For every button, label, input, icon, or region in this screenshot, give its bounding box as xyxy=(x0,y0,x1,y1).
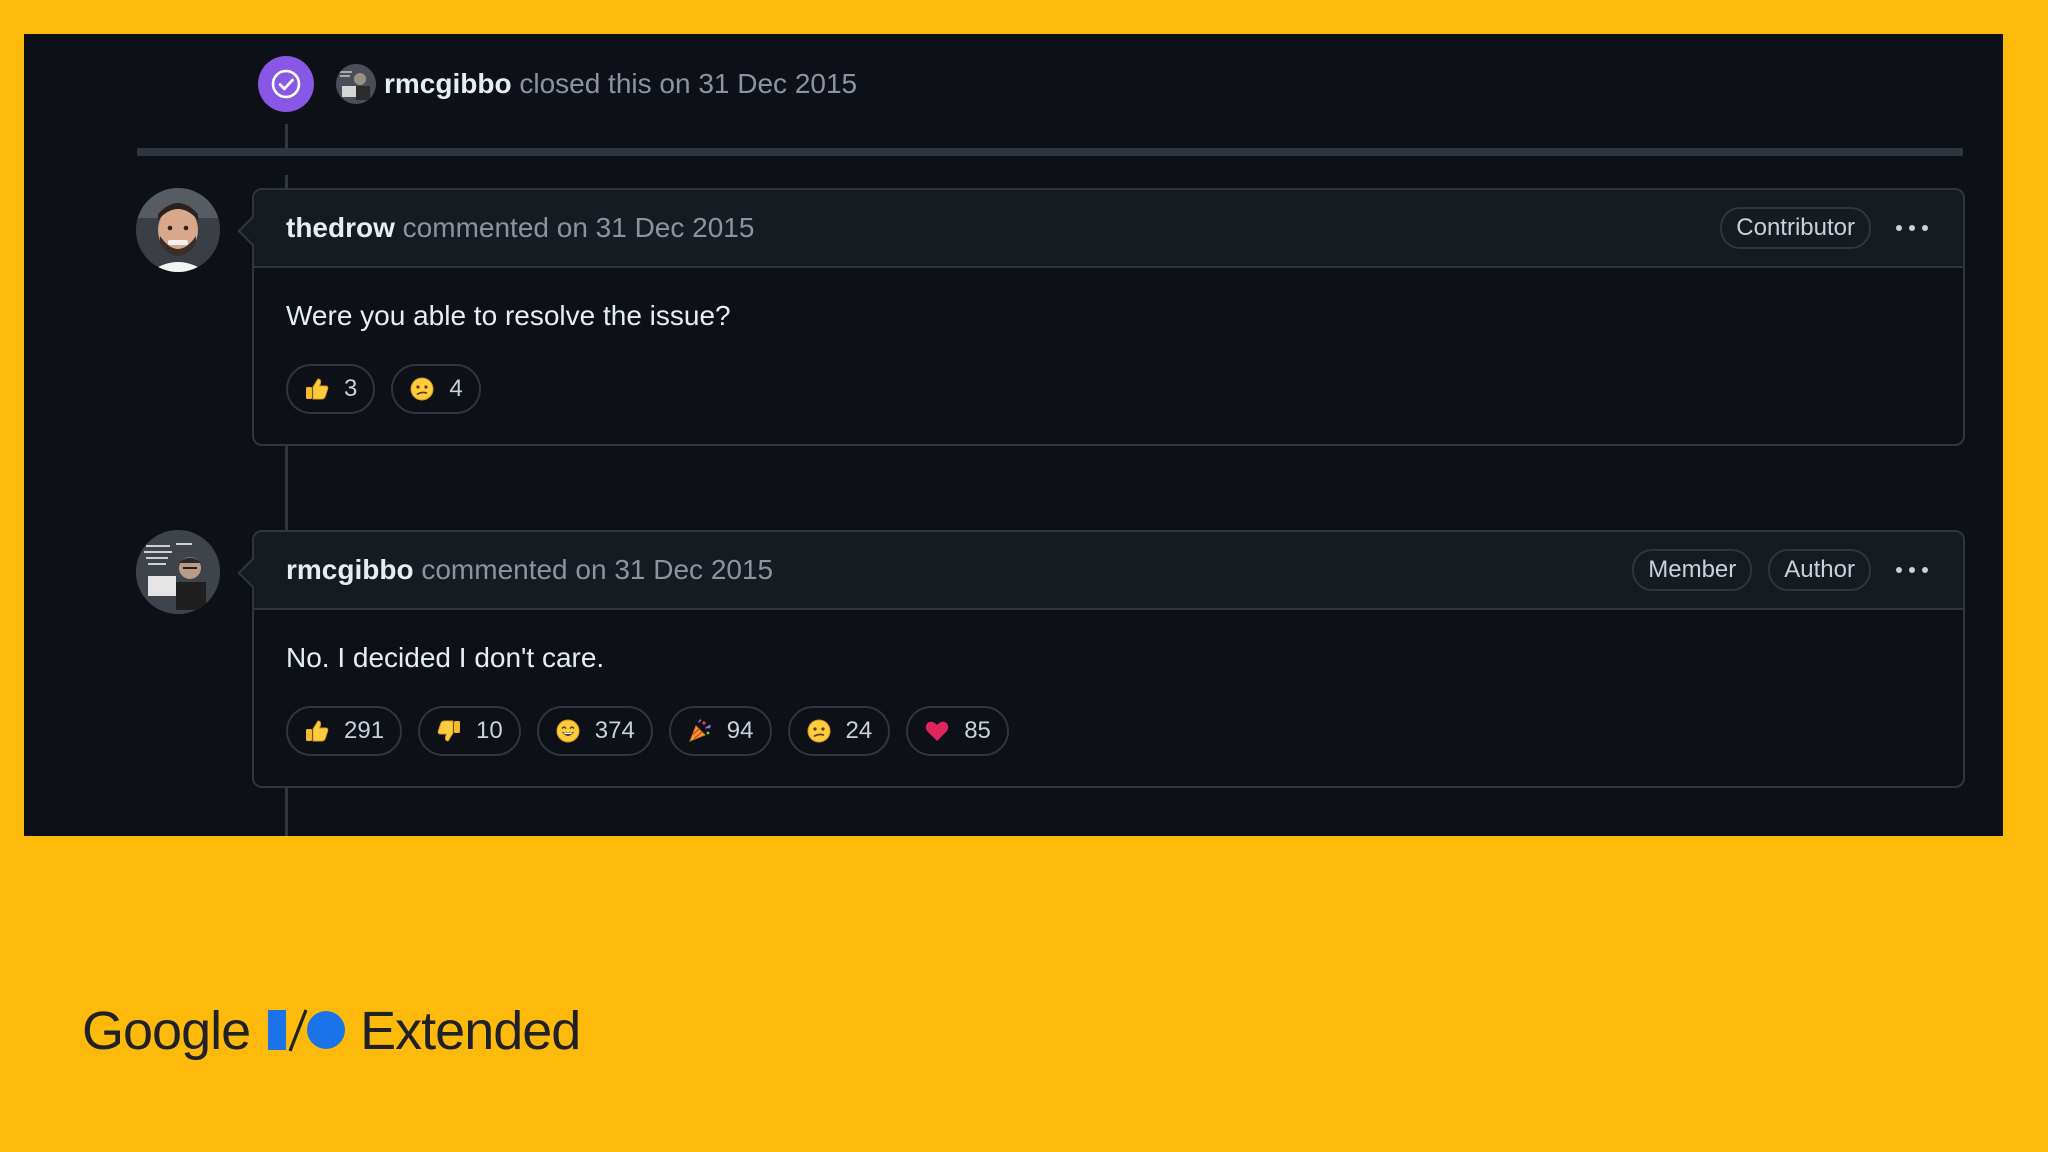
thumbs-up-icon xyxy=(304,718,330,744)
reaction-thumbs-down[interactable]: 10 xyxy=(418,706,521,756)
thumbs-up-icon xyxy=(304,376,330,402)
reaction-count: 3 xyxy=(344,375,358,402)
reaction-count: 374 xyxy=(594,717,635,744)
reaction-confused[interactable]: 4 xyxy=(391,364,481,414)
laugh-icon xyxy=(555,718,581,744)
comment-text: No. I decided I don't care. xyxy=(286,642,605,673)
comment-header-text: rmcgibbo commented on 31 Dec 2015 xyxy=(286,554,1616,586)
reaction-count: 4 xyxy=(449,375,463,402)
member-badge: Member xyxy=(1632,549,1753,591)
more-options-icon[interactable] xyxy=(1893,555,1931,585)
confused-face-icon xyxy=(806,718,832,744)
reactions-bar: 291 10 374 94 24 85 xyxy=(286,706,1931,756)
reaction-count: 10 xyxy=(476,717,503,744)
reaction-count: 94 xyxy=(726,717,754,744)
more-options-icon[interactable] xyxy=(1893,213,1931,243)
comment-header: thedrow commented on 31 Dec 2015 Contrib… xyxy=(254,190,1963,268)
confused-face-icon xyxy=(409,376,435,402)
comment-rmcgibbo: rmcgibbo commented on 31 Dec 2015 Member… xyxy=(252,530,1965,788)
reaction-count: 85 xyxy=(964,717,991,744)
reaction-thumbs-up[interactable]: 3 xyxy=(286,364,376,414)
github-timeline-panel: rmcgibbo closed this on 31 Dec 2015 thed… xyxy=(24,34,2003,836)
comment-timestamp[interactable]: commented on 31 Dec 2015 xyxy=(421,554,773,585)
closed-event: rmcgibbo closed this on 31 Dec 2015 xyxy=(258,56,857,112)
event-author-link[interactable]: rmcgibbo xyxy=(384,68,512,99)
thumbs-down-icon xyxy=(436,718,462,744)
reaction-laugh[interactable]: 374 xyxy=(536,706,653,756)
comment-author-link[interactable]: thedrow xyxy=(286,212,395,243)
timeline-separator xyxy=(137,148,1963,156)
reaction-confused[interactable]: 24 xyxy=(787,706,891,756)
contributor-badge: Contributor xyxy=(1720,207,1871,249)
reaction-thumbs-up[interactable]: 291 xyxy=(286,706,403,756)
io-logo-icon xyxy=(268,1009,346,1052)
closed-event-text: rmcgibbo closed this on 31 Dec 2015 xyxy=(384,68,857,100)
check-circle-icon xyxy=(258,56,314,112)
event-description: closed this on 31 Dec 2015 xyxy=(519,68,858,99)
comment-body: Were you able to resolve the issue? 3 4 xyxy=(254,268,1963,444)
reactions-bar: 3 4 xyxy=(286,364,1931,414)
logo-google-text: Google xyxy=(82,1001,251,1061)
avatar[interactable] xyxy=(136,188,220,272)
comment-author-link[interactable]: rmcgibbo xyxy=(286,554,414,585)
comment-header: rmcgibbo commented on 31 Dec 2015 Member… xyxy=(254,532,1963,610)
hooray-icon xyxy=(687,718,713,744)
reaction-heart[interactable]: 85 xyxy=(906,706,1009,756)
google-io-extended-logo: Google Extended xyxy=(82,998,581,1064)
comment-thedrow: thedrow commented on 31 Dec 2015 Contrib… xyxy=(252,188,1965,446)
reaction-hooray[interactable]: 94 xyxy=(668,706,772,756)
logo-extended-text: Extended xyxy=(360,1001,581,1061)
heart-icon xyxy=(924,718,950,744)
comment-text: Were you able to resolve the issue? xyxy=(286,300,731,331)
avatar[interactable] xyxy=(336,64,376,104)
author-badge: Author xyxy=(1768,549,1871,591)
reaction-count: 24 xyxy=(845,717,873,744)
comment-body: No. I decided I don't care. 291 10 374 9… xyxy=(254,610,1963,786)
comment-timestamp[interactable]: commented on 31 Dec 2015 xyxy=(403,212,755,243)
avatar[interactable] xyxy=(136,530,220,614)
reaction-count: 291 xyxy=(344,717,385,744)
comment-header-text: thedrow commented on 31 Dec 2015 xyxy=(286,212,1704,244)
